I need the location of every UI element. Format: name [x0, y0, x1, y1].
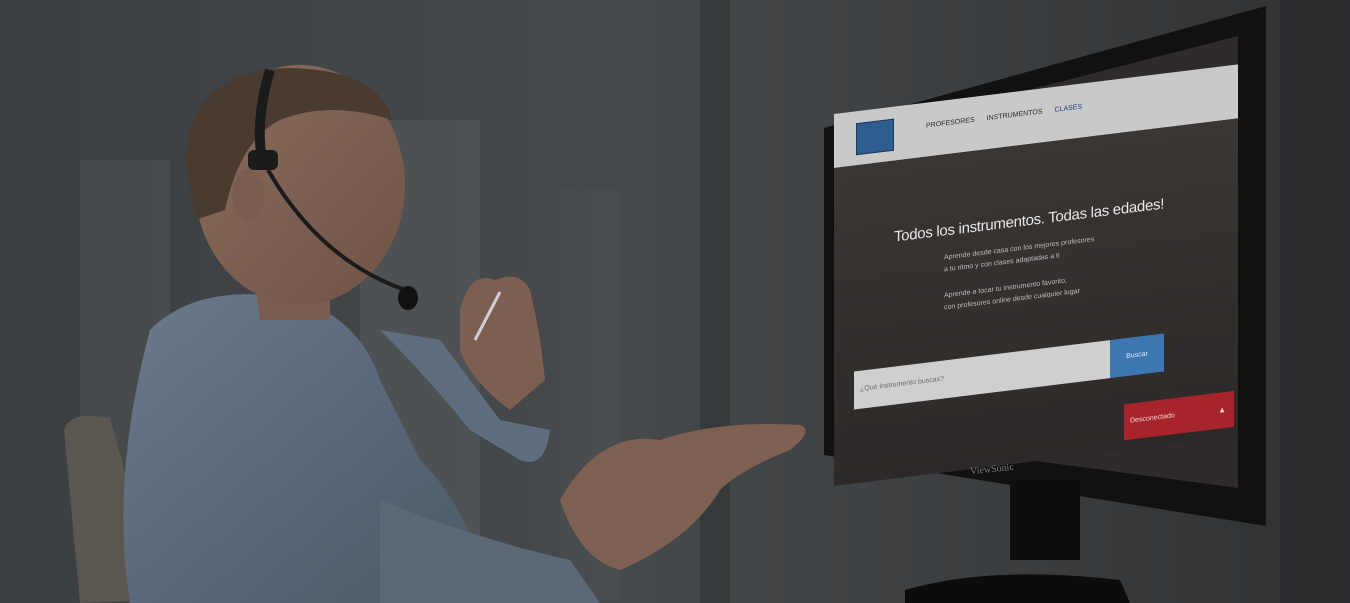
chevron-up-icon[interactable]: ▲: [1218, 392, 1226, 429]
hero-title: Todos los instrumentos. Todas las edades…: [894, 195, 1165, 246]
headset-earpiece: [248, 150, 278, 170]
monitor-stand: [1010, 480, 1080, 560]
headset-mic: [398, 286, 418, 310]
nav-item-clases[interactable]: CLASES: [1055, 104, 1083, 114]
search-input[interactable]: ¿Qué instrumento buscas?: [854, 340, 1110, 410]
chat-status-badge[interactable]: Desconectado ▲: [1124, 390, 1234, 441]
search-button[interactable]: Buscar: [1110, 333, 1164, 379]
site-logo[interactable]: [856, 118, 894, 156]
window-frame: [1280, 0, 1350, 603]
hero: Todos los instrumentos. Todas las edades…: [834, 118, 1238, 486]
site-nav: PROFESORES INSTRUMENTOS CLASES: [926, 104, 1082, 130]
nav-item-instrumentos[interactable]: INSTRUMENTOS: [987, 108, 1043, 122]
nav-item-profesores[interactable]: PROFESORES: [926, 117, 975, 130]
window-frame: [700, 0, 730, 603]
chat-status-label: Desconectado: [1130, 412, 1175, 425]
man-ear: [232, 169, 264, 221]
monitor-screen: PROFESORES INSTRUMENTOS CLASES Todos los…: [834, 0, 1238, 486]
